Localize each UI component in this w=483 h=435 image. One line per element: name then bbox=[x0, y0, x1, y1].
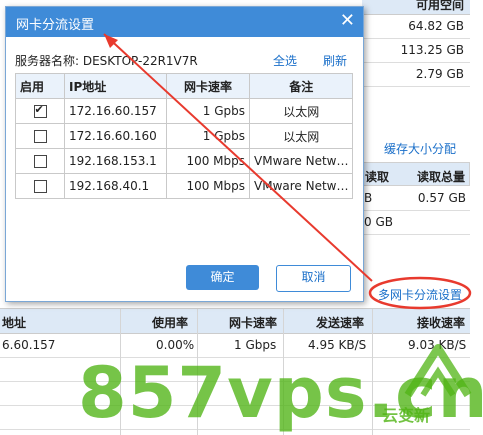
ip-cell: 172.16.60.157 bbox=[64, 98, 167, 124]
server-name-label: 服务器名称: DESKTOP-22R1V7R bbox=[15, 54, 198, 68]
enable-cell bbox=[15, 123, 65, 149]
ip-cell: 192.168.153.1 bbox=[64, 148, 167, 174]
col-enable: 启用 bbox=[15, 73, 65, 99]
bg-nic-cell-usage: 0.00% bbox=[156, 338, 195, 352]
bg-read-col: 读取 bbox=[365, 170, 390, 184]
watermark-subtext: 云变新 bbox=[382, 406, 431, 425]
multi-nic-setting-link[interactable]: 多网卡分流设置 bbox=[378, 286, 462, 303]
speed-cell: 100 Mbps bbox=[166, 173, 250, 199]
ok-button[interactable]: 确定 bbox=[186, 265, 259, 290]
ip-cell: 172.16.60.160 bbox=[64, 123, 167, 149]
bg-disk-row: 64.82 GB bbox=[362, 14, 470, 39]
speed-cell: 100 Mbps bbox=[166, 148, 250, 174]
nic-table: 启用 IP地址 网卡速率 备注 172.16.60.157 1 Gpbs 以太网… bbox=[15, 73, 354, 199]
enable-cell bbox=[15, 173, 65, 199]
nic-row[interactable]: 192.168.40.1 100 Mbps VMware Netw… bbox=[15, 173, 354, 199]
bg-read-total-col: 读取总量 bbox=[416, 170, 465, 184]
speed-cell: 1 Gpbs bbox=[166, 98, 250, 124]
ip-cell: 192.168.40.1 bbox=[64, 173, 167, 199]
bg-read-cell: B bbox=[364, 191, 373, 205]
bg-read-row: B 0.57 GB bbox=[362, 186, 470, 211]
col-note: 备注 bbox=[248, 73, 354, 99]
enable-cell bbox=[15, 98, 65, 124]
bg-disk-row: 2.79 GB bbox=[362, 62, 470, 87]
bg-nic-col-usage: 使用率 bbox=[152, 316, 189, 330]
enable-checkbox[interactable] bbox=[33, 130, 47, 143]
nic-row[interactable]: 192.168.153.1 100 Mbps VMware Netw… bbox=[15, 148, 354, 174]
refresh-link[interactable]: 刷新 bbox=[323, 52, 347, 69]
select-all-link[interactable]: 全选 bbox=[273, 52, 297, 69]
bg-disk-row: 113.25 GB bbox=[362, 38, 470, 63]
note-cell: VMware Netw… bbox=[248, 148, 354, 174]
bg-disk-value: 2.79 GB bbox=[415, 67, 464, 81]
enable-checkbox[interactable] bbox=[33, 180, 47, 193]
col-ip: IP地址 bbox=[64, 73, 167, 99]
nic-row[interactable]: 172.16.60.157 1 Gpbs 以太网 bbox=[15, 98, 354, 124]
cache-size-link[interactable]: 缓存大小分配 bbox=[384, 140, 456, 157]
bg-disk-value: 64.82 GB bbox=[408, 19, 464, 33]
bg-disk-header: 可用空间 bbox=[362, 0, 470, 15]
bg-nic-cell-address: 6.60.157 bbox=[2, 338, 56, 352]
bg-nic-col-address: 地址 bbox=[2, 316, 27, 330]
nic-row[interactable]: 172.16.60.160 1 Gpbs 以太网 bbox=[15, 123, 354, 149]
nic-table-header: 启用 IP地址 网卡速率 备注 bbox=[15, 73, 354, 99]
note-cell: VMware Netw… bbox=[248, 173, 354, 199]
enable-checkbox[interactable] bbox=[33, 103, 47, 118]
bg-disk-header-label: 可用空间 bbox=[415, 0, 464, 12]
bg-read-header: 读取 读取总量 bbox=[362, 162, 470, 186]
enable-cell bbox=[15, 148, 65, 174]
bg-nic-col-speed: 网卡速率 bbox=[229, 316, 278, 330]
cancel-button[interactable]: 取消 bbox=[276, 265, 351, 292]
bg-nic-col-recv: 接收速率 bbox=[417, 316, 466, 330]
dialog-titlebar: 网卡分流设置 ✕ bbox=[6, 7, 363, 37]
bg-read-table: 读取 读取总量 B 0.57 GB 0 GB bbox=[362, 162, 470, 235]
nic-split-dialog: 网卡分流设置 ✕ 服务器名称: DESKTOP-22R1V7R 全选 刷新 启用… bbox=[5, 6, 364, 302]
speed-cell: 1 Gpbs bbox=[166, 123, 250, 149]
close-icon[interactable]: ✕ bbox=[340, 10, 355, 31]
bg-nic-col-send: 发送速率 bbox=[316, 316, 365, 330]
bg-disk-panel: 可用空间 64.82 GB 113.25 GB 2.79 GB bbox=[362, 0, 483, 88]
bg-nic-header: 地址 使用率 网卡速率 发送速率 接收速率 bbox=[0, 309, 470, 334]
note-cell: 以太网 bbox=[248, 98, 354, 124]
watermark-logo bbox=[404, 344, 472, 398]
bg-disk-value: 113.25 GB bbox=[400, 43, 464, 57]
enable-checkbox[interactable] bbox=[33, 155, 47, 168]
note-cell: 以太网 bbox=[248, 123, 354, 149]
bg-read-total-cell: 0.57 GB bbox=[417, 191, 466, 205]
dialog-title: 网卡分流设置 bbox=[16, 18, 95, 33]
bg-nic-cell-send: 4.95 KB/S bbox=[308, 338, 367, 352]
col-speed: 网卡速率 bbox=[166, 73, 250, 99]
bg-read-row: 0 GB bbox=[362, 210, 470, 235]
bg-read-cell: 0 GB bbox=[364, 215, 393, 229]
bg-nic-cell-speed: 1 Gbps bbox=[234, 338, 277, 352]
